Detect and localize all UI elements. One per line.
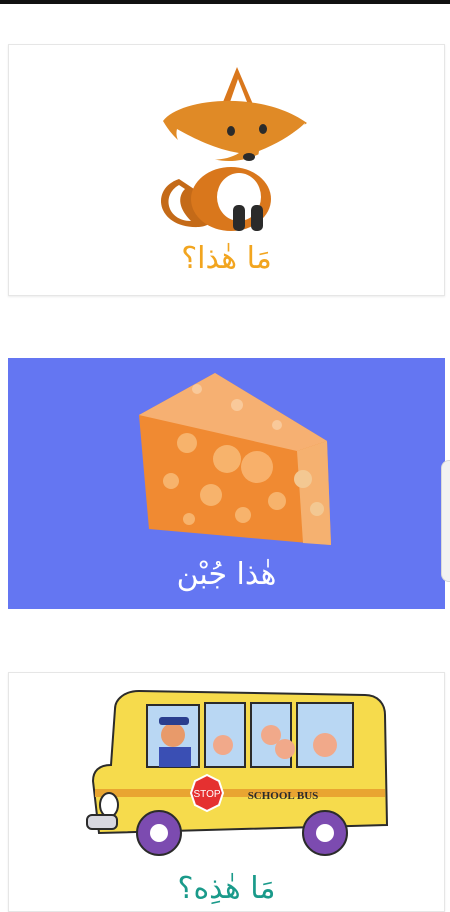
school-bus-illustration: STOP SCHOOL BUS xyxy=(86,689,389,856)
flashcard-bus[interactable]: STOP SCHOOL BUS مَا هٰذِه؟ xyxy=(8,672,445,912)
flashcard-fox[interactable]: مَا هٰذا؟ xyxy=(8,44,445,296)
flashcard-cheese[interactable]: هٰذا جُبْن xyxy=(8,358,445,609)
side-scroll-handle[interactable] xyxy=(441,460,450,582)
cheese-illustration xyxy=(139,373,331,545)
bus-sign-text: SCHOOL BUS xyxy=(248,790,319,802)
card-caption: مَا هٰذِه؟ xyxy=(177,871,276,906)
card-caption: مَا هٰذا؟ xyxy=(181,241,272,276)
stop-sign-text: STOP xyxy=(193,789,220,800)
card-caption: هٰذا جُبْن xyxy=(176,557,277,592)
status-bar-edge xyxy=(0,0,450,4)
fox-illustration xyxy=(160,67,307,231)
